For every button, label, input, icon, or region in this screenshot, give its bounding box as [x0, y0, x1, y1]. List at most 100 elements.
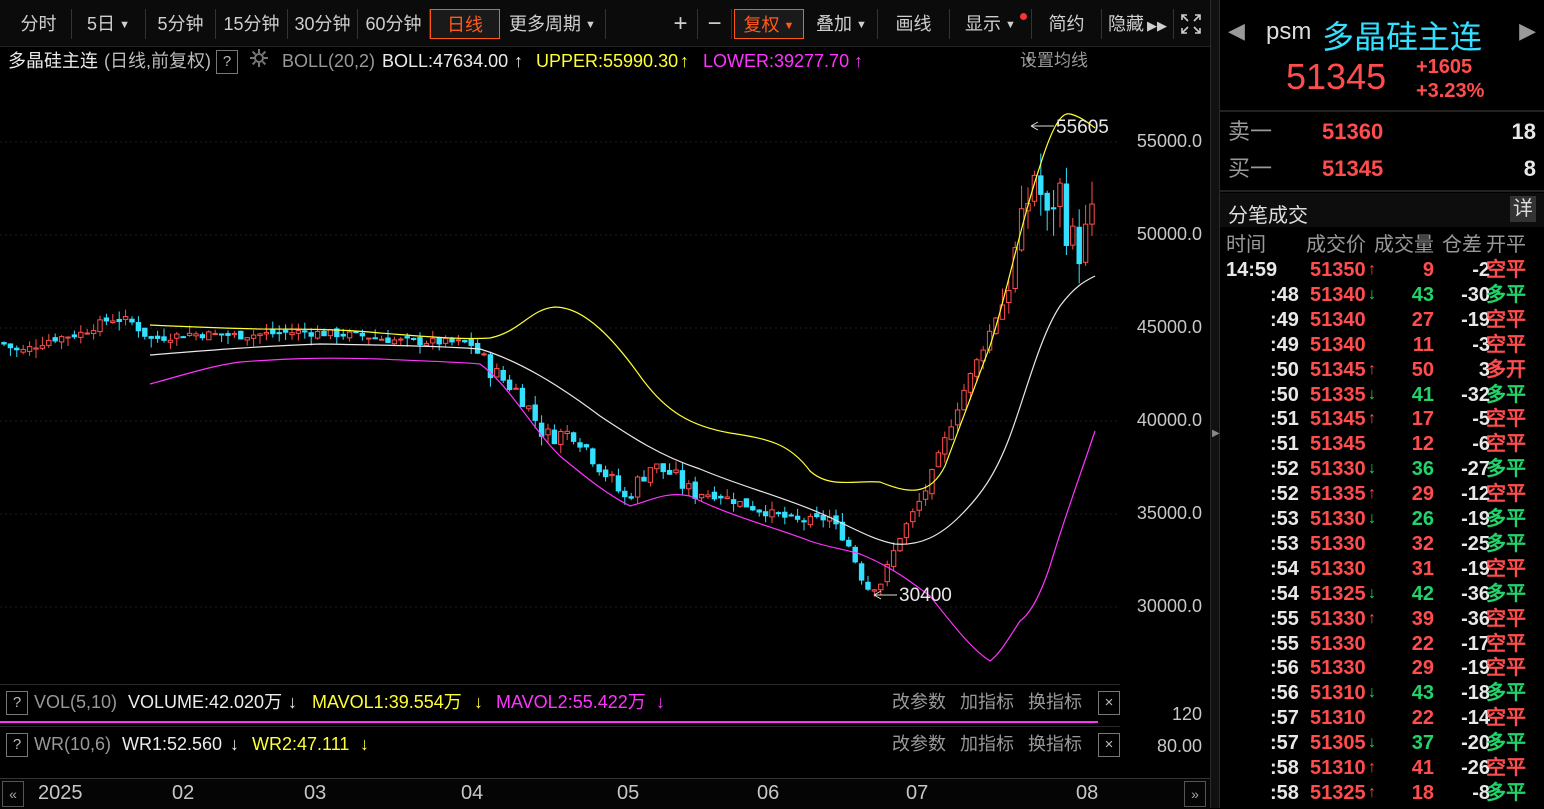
candles: [1, 153, 1095, 597]
orderbook-separator: [1220, 190, 1544, 192]
candle-body: [519, 387, 526, 408]
candle-body: [180, 336, 186, 339]
trade-type: 空平: [1486, 557, 1526, 580]
candle-body: [1038, 175, 1044, 195]
trade-price: 51345: [1310, 408, 1366, 431]
trades-detail-button[interactable]: 详: [1510, 196, 1536, 222]
chevron-down-icon: ▼: [1024, 55, 1034, 66]
candle-body: [532, 404, 538, 421]
change-params-button[interactable]: 改参数: [892, 727, 946, 761]
help-button[interactable]: ?: [6, 691, 28, 715]
scroll-right-button[interactable]: »: [1184, 781, 1206, 807]
trade-time: :52: [1270, 483, 1299, 506]
fullscreen-button[interactable]: [1176, 9, 1206, 39]
candlestick-chart[interactable]: 55605 30400: [0, 76, 1120, 684]
candle-body: [878, 583, 884, 591]
trade-price: 51330: [1310, 557, 1366, 580]
period-tab-daily[interactable]: 日线: [430, 9, 500, 39]
candle-body: [250, 334, 257, 339]
candle-body: [142, 327, 148, 337]
candle-body: [654, 463, 660, 470]
trade-volume: 29: [1411, 483, 1434, 506]
wr2-value: WR2:47.111: [252, 734, 350, 754]
candle-body: [97, 319, 103, 333]
next-contract-button[interactable]: ▶: [1519, 18, 1536, 44]
trade-volume: 11: [1412, 333, 1434, 356]
candle-body: [289, 332, 295, 336]
trade-row: :54 51330 31 -19 空平: [1220, 557, 1544, 582]
overlay-button[interactable]: 叠加 ▼: [806, 9, 878, 39]
candle-body: [14, 347, 20, 351]
arrow-down-icon: ↓: [360, 734, 369, 754]
chart-gridlines: [0, 141, 1120, 608]
candle-body: [724, 496, 730, 499]
trade-row: :57 51310 22 -14 空平: [1220, 706, 1544, 731]
indicator-info-bar: 多晶硅主连 (日线,前复权) ? BOLL(20,2) BOLL:47634.0…: [0, 46, 1120, 76]
add-indicator-button[interactable]: 加指标: [960, 685, 1014, 719]
mavol1-value: MAVOL1:39.554万: [312, 692, 462, 712]
time-axis-label: 03: [304, 782, 327, 804]
display-button[interactable]: 显示 ▼: [950, 9, 1032, 39]
simple-mode-button[interactable]: 简约: [1032, 9, 1102, 39]
draw-line-button[interactable]: 画线: [878, 9, 950, 39]
trade-price: 51330: [1310, 532, 1366, 555]
period-tab-5day[interactable]: 5日 ▼: [72, 9, 146, 39]
candle-body: [65, 336, 71, 339]
scroll-left-button[interactable]: «: [2, 781, 24, 807]
trade-volume: 26: [1411, 508, 1434, 530]
switch-indicator-button[interactable]: 换指标: [1028, 727, 1082, 761]
candle-body: [910, 511, 916, 523]
trade-row: :50 51345 50 3 多开 ↑: [1220, 358, 1544, 383]
bid-volume: 8: [1523, 156, 1536, 181]
change-params-button[interactable]: 改参数: [892, 685, 946, 719]
candle-body: [820, 514, 826, 521]
trade-type: 多平: [1486, 383, 1526, 406]
price-tick: 35000.0: [1136, 503, 1202, 523]
hide-button[interactable]: 隐藏 ▶▶: [1102, 9, 1174, 39]
candle-body: [634, 476, 641, 498]
period-tab-intraday[interactable]: 分时: [6, 9, 72, 39]
period-toolbar: 分时 5日 ▼ 5分钟 15分钟 30分钟 60分钟 日线 更多周期 ▼ + − 复…: [0, 0, 1210, 47]
price-change-pct: +3.23%: [1416, 80, 1485, 102]
arrow-down-icon: ↓: [1368, 734, 1376, 752]
period-tab-5min[interactable]: 5分钟: [146, 9, 216, 39]
period-tab-30min[interactable]: 30分钟: [288, 9, 358, 39]
help-button[interactable]: ?: [6, 733, 28, 757]
arrow-up-icon: ↑: [1368, 783, 1376, 801]
zoom-in-button[interactable]: +: [664, 9, 698, 39]
candle-body: [967, 373, 974, 393]
candle-body: [391, 339, 398, 345]
price-change: +1605: [1416, 56, 1473, 78]
add-indicator-button[interactable]: 加指标: [960, 727, 1014, 761]
panel-splitter[interactable]: ▶: [1210, 0, 1220, 808]
trade-type: 多平: [1486, 732, 1526, 755]
period-tab-15min[interactable]: 15分钟: [216, 9, 288, 39]
candle-body: [500, 369, 506, 381]
price-axis: 55000.0 50000.0 45000.0 40000.0 35000.0 …: [1120, 76, 1210, 766]
close-icon[interactable]: ×: [1098, 733, 1120, 757]
help-button[interactable]: ?: [216, 50, 238, 74]
trade-time: :54: [1270, 557, 1299, 580]
candle-body: [385, 337, 391, 343]
high-annotation: 55605: [1030, 117, 1109, 138]
trade-type: 空平: [1486, 408, 1526, 431]
notification-dot-icon: [1020, 13, 1027, 20]
trade-row: :54 51325 42 -36 多平 ↓: [1220, 582, 1544, 607]
candle-body: [961, 389, 967, 411]
candle-body: [756, 509, 762, 513]
zoom-out-button[interactable]: −: [698, 9, 732, 39]
period-tab-60min[interactable]: 60分钟: [358, 9, 430, 39]
close-icon[interactable]: ×: [1098, 691, 1120, 715]
candle-body: [846, 539, 852, 547]
gear-icon[interactable]: [248, 47, 270, 78]
candle-body: [423, 343, 430, 346]
candle-body: [20, 348, 26, 353]
fuquan-button[interactable]: 复权 ▼: [734, 9, 804, 39]
period-tab-more[interactable]: 更多周期 ▼: [500, 9, 606, 39]
arrow-down-icon: ↓: [1368, 285, 1376, 303]
candle-body: [839, 521, 846, 541]
candle-body: [1050, 207, 1057, 210]
trade-price: 51345: [1310, 358, 1366, 381]
prev-contract-button[interactable]: ◀: [1228, 18, 1245, 44]
switch-indicator-button[interactable]: 换指标: [1028, 685, 1082, 719]
